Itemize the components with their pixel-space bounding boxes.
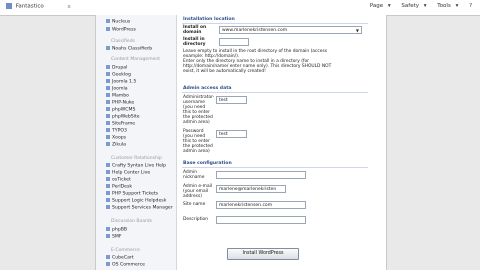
sidebar-item-wordpress[interactable]: WordPress [106, 27, 136, 33]
sidebar-heading-discussion: Discussion Boards [111, 219, 152, 224]
script-icon [106, 198, 110, 202]
sidebar-item-drupal[interactable]: Drupal [106, 65, 127, 71]
section-title-install-location: Installation location [183, 17, 235, 22]
sidebar-item-cubecart[interactable]: CubeCart [106, 255, 134, 261]
script-icon [106, 114, 110, 118]
sidebar-item-phpnuke[interactable]: PHP-Nuke [106, 100, 134, 106]
admin-password-input[interactable]: test [216, 130, 247, 138]
install-domain-label: Install on domain [183, 25, 207, 35]
install-directory-help: Leave empty to install in the root direc… [183, 49, 332, 74]
section-title-admin: Admin access data [183, 86, 232, 91]
script-icon [106, 27, 110, 31]
sidebar-item-zikula[interactable]: Zikula [106, 142, 126, 148]
section-divider [182, 167, 368, 168]
script-icon [106, 142, 110, 146]
sidebar-item-nucleus[interactable]: Nucleus [106, 19, 130, 25]
script-icon [106, 255, 110, 259]
page-menu[interactable]: Page ▾ [370, 3, 391, 9]
sidebar-item-geeklog[interactable]: Geeklog [106, 72, 131, 78]
admin-username-label: Administrator- username (you need this t… [183, 95, 215, 125]
install-directory-input[interactable] [219, 38, 249, 46]
sidebar-item-joomla[interactable]: Joomla [106, 86, 128, 92]
script-icon [106, 93, 110, 97]
sidebar-item-phpbb[interactable]: phpBB [106, 227, 127, 233]
safety-menu[interactable]: Safety ▾ [401, 3, 426, 9]
script-icon [106, 234, 110, 238]
script-icon [106, 163, 110, 167]
script-icon [106, 184, 110, 188]
sidebar-item-siteframe[interactable]: SiteFrame [106, 121, 135, 127]
page-viewport: Nucleus WordPress Classifieds Noahs Clas… [95, 15, 387, 270]
browser-tab[interactable]: Fantastico x [6, 3, 71, 10]
favicon-icon [6, 3, 12, 9]
script-icon [106, 205, 110, 209]
sidebar-heading-ecommerce: E-Commerce [111, 248, 140, 253]
script-icon [106, 170, 110, 174]
sidebar-item-xoops[interactable]: Xoops [106, 135, 126, 141]
script-icon [106, 79, 110, 83]
description-label: Description [183, 217, 209, 222]
tools-menu[interactable]: Tools ▾ [437, 3, 458, 9]
install-form: Installation location Install on domain … [179, 15, 379, 270]
browser-toolbar: Fantastico x Page ▾ Safety ▾ Tools ▾ ? [0, 0, 480, 16]
script-icon [106, 46, 110, 50]
script-icon [106, 227, 110, 231]
browser-command-bar: Page ▾ Safety ▾ Tools ▾ ? [364, 3, 472, 9]
sidebar-item-perldesk[interactable]: PerlDesk [106, 184, 132, 190]
help-icon[interactable]: ? [469, 3, 472, 9]
sidebar-item-oscommerce[interactable]: OS Commerce [106, 262, 145, 268]
sidebar-item-helpcenter[interactable]: Help Center Live [106, 170, 150, 176]
script-icon [106, 135, 110, 139]
sidebar-heading-classifieds: Classifieds [111, 39, 135, 44]
install-domain-select[interactable]: www.marlenekristensen.com ▼ [219, 26, 362, 34]
admin-email-label: Admin e-mail (your email address) [183, 184, 213, 199]
script-icon [106, 121, 110, 125]
description-input[interactable] [216, 216, 306, 224]
script-icon [106, 65, 110, 69]
sidebar-item-typo3[interactable]: TYPO3 [106, 128, 127, 134]
script-icon [106, 177, 110, 181]
script-icon [106, 72, 110, 76]
sidebar-item-smf[interactable]: SMF [106, 234, 122, 240]
sidebar-item-supportservices[interactable]: Support Services Manager [106, 205, 173, 211]
script-icon [106, 19, 110, 23]
close-tab-icon[interactable]: x [67, 4, 70, 10]
script-sidebar: Nucleus WordPress Classifieds Noahs Clas… [96, 15, 177, 270]
sidebar-item-supportlogic[interactable]: Support Logic Helpdesk [106, 198, 166, 204]
admin-nickname-label: Admin nickname [183, 170, 205, 180]
section-divider [182, 92, 368, 93]
admin-password-label: Password (you need this to enter the pro… [183, 129, 213, 154]
script-icon [106, 107, 110, 111]
script-icon [106, 86, 110, 90]
section-divider [182, 23, 368, 24]
site-name-input[interactable]: marlenekristensen.com [216, 201, 306, 209]
chevron-down-icon: ▼ [355, 28, 359, 33]
sidebar-item-crafty[interactable]: Crafty Syntax Live Help [106, 163, 166, 169]
sidebar-item-joomla15[interactable]: Joomla 1.5 [106, 79, 136, 85]
sidebar-item-noahs[interactable]: Noahs Classifieds [106, 46, 152, 52]
admin-email-input[interactable]: marlene@marlenekristen [216, 185, 286, 193]
section-title-base-config: Base configuration [183, 161, 232, 166]
install-wordpress-button[interactable]: Install WordPress [227, 248, 299, 260]
install-directory-label: Install in directory [183, 37, 206, 47]
sidebar-item-phpwebsite[interactable]: phpWebSite [106, 114, 140, 120]
sidebar-item-phpwcms[interactable]: phpWCMS [106, 107, 135, 113]
tab-title: Fantastico [15, 3, 44, 10]
sidebar-heading-crm: Customer Relationship [111, 156, 162, 161]
sidebar-item-phpsupport[interactable]: PHP Support Tickets [106, 191, 158, 197]
sidebar-item-mambo[interactable]: Mambo [106, 93, 129, 99]
sidebar-item-osticket[interactable]: osTicket [106, 177, 131, 183]
script-icon [106, 100, 110, 104]
script-icon [106, 191, 110, 195]
script-icon [106, 128, 110, 132]
site-name-label: Site name [183, 202, 206, 207]
admin-nickname-input[interactable] [216, 171, 306, 179]
admin-username-input[interactable]: test [216, 96, 247, 104]
script-icon [106, 262, 110, 266]
sidebar-heading-cms: Content Management [111, 57, 160, 62]
